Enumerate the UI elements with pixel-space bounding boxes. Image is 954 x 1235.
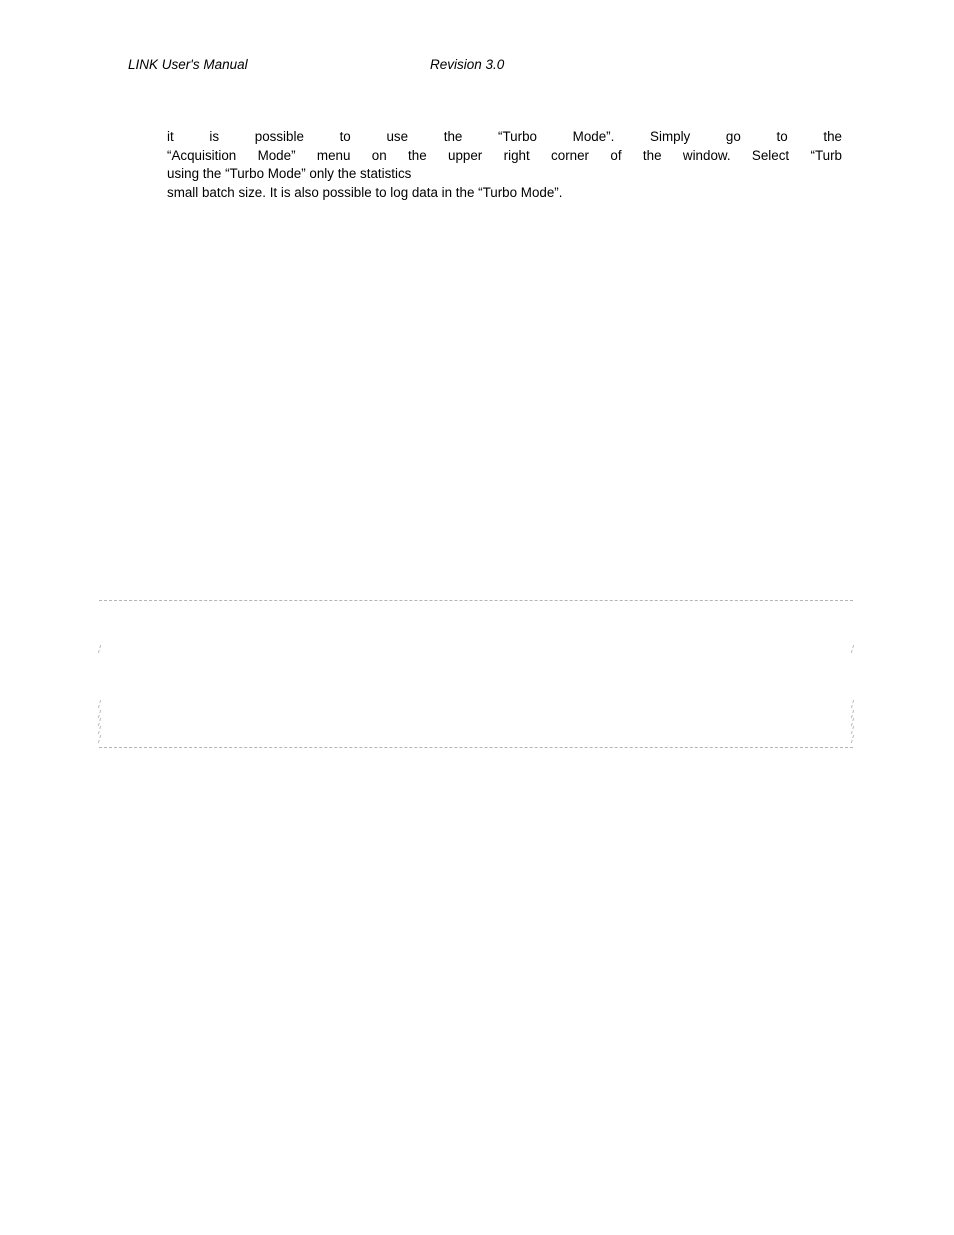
header-document-title: LINK User's Manual [128,57,248,72]
body-line: small batch size. It is also possible to… [167,184,563,200]
figure-frame-left-tick [97,645,102,653]
figure-frame-left-tick [97,735,102,743]
figure-frame-right-tick [850,726,855,734]
body-paragraph: it is possible to use the “Turbo Mode”. … [167,128,842,202]
figure-frame-left-tick [97,718,102,726]
figure-frame-right-tick [850,718,855,726]
figure-frame-top-edge [99,600,853,601]
figure-frame-bottom-edge [99,747,853,748]
header-revision-label: Revision 3.0 [430,57,505,72]
figure-frame-right-tick [850,710,855,718]
body-line: “Acquisition Mode” menu on the upper rig… [167,147,842,163]
figure-placeholder-frame [97,600,855,748]
figure-frame-right-tick [850,700,855,708]
figure-frame-left-tick [97,726,102,734]
figure-frame-left-tick [97,710,102,718]
figure-frame-right-tick [850,645,855,653]
body-line: it is possible to use the “Turbo Mode”. … [167,129,842,144]
page-header: LINK User's Manual Revision 3.0 [128,56,848,76]
document-page: LINK User's Manual Revision 3.0 it is po… [0,0,954,1235]
figure-frame-right-tick [850,735,855,743]
figure-frame-left-tick [97,700,102,708]
body-line: using the “Turbo Mode” only the statisti… [167,166,412,182]
